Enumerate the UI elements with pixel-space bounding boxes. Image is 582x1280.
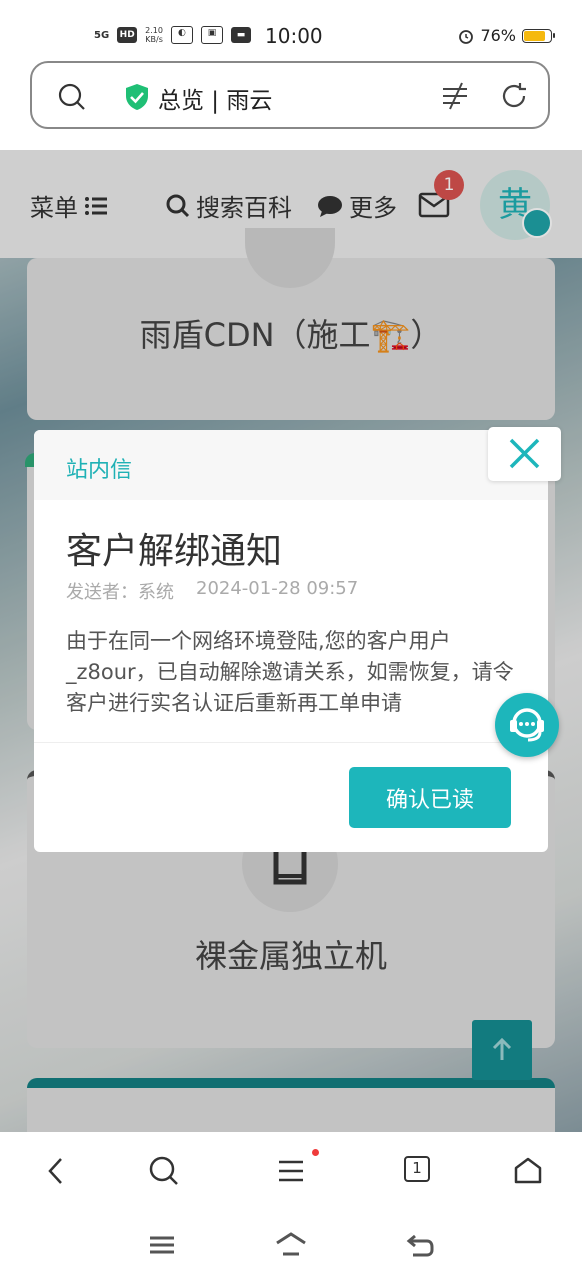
reader-mode-icon[interactable] [440,81,470,111]
shield-icon [126,84,148,110]
menu-icon[interactable] [278,1156,304,1186]
search-icon[interactable] [149,1156,179,1186]
battery-percent: 76% [480,26,516,45]
home-icon[interactable] [513,1156,543,1186]
speed-value: 2.10 [145,26,163,35]
message-body: 由于在同一个网络环境登陆,您的客户用户_z8our，已自动解除邀请关系，如需恢复… [66,629,514,715]
tabs-button[interactable]: 1 [404,1156,430,1182]
home-icon[interactable] [275,1230,307,1260]
message-meta: 发送者：系统 2024-01-28 09:57 [66,578,358,604]
dialog-title: 站内信 [66,458,133,483]
speed-unit: KB/s [145,35,163,44]
page-title[interactable]: 总览 | 雨云 [158,81,272,115]
app-notification-icon-3: ▬ [230,27,251,43]
message-subject: 客户解绑通知 [66,531,283,572]
system-navigation-bar [0,1212,582,1280]
message-sender: 发送者：系统 [66,582,174,603]
browser-toolbar: 1 [0,1132,582,1212]
address-bar[interactable]: 总览 | 雨云 [30,61,550,129]
clock: 10:00 [265,24,323,48]
back-icon[interactable] [405,1230,435,1260]
headset-icon [510,708,544,742]
close-dialog-button[interactable] [488,427,561,481]
message-dialog: 站内信 客户解绑通知 发送者：系统 2024-01-28 09:57 由于在同一… [34,430,548,852]
alarm-icon [459,29,474,44]
reload-icon[interactable] [500,82,528,110]
recent-apps-icon[interactable] [148,1230,176,1260]
dialog-divider [34,742,548,743]
status-right-icons: 76% [458,26,555,45]
message-datetime: 2024-01-28 09:57 [196,578,359,599]
back-arrow-icon[interactable] [44,1156,68,1186]
battery-icon [522,28,555,43]
network-speed: 2.10 KB/s [145,26,163,44]
customer-support-button[interactable] [495,693,559,757]
menu-notification-dot [312,1149,319,1156]
hd-badge: HD [117,27,138,43]
close-icon [509,438,540,469]
app-notification-icon: ◐ [170,26,193,44]
app-notification-icon-2: ▣ [200,26,223,44]
search-icon[interactable] [58,83,86,111]
confirm-read-button[interactable]: 确认已读 [349,767,511,828]
signal-icon: 5G [94,29,110,41]
status-left-icons: 5G HD 2.10 KB/s ◐ ▣ ▬ [94,26,251,44]
dialog-header: 站内信 [34,430,548,500]
